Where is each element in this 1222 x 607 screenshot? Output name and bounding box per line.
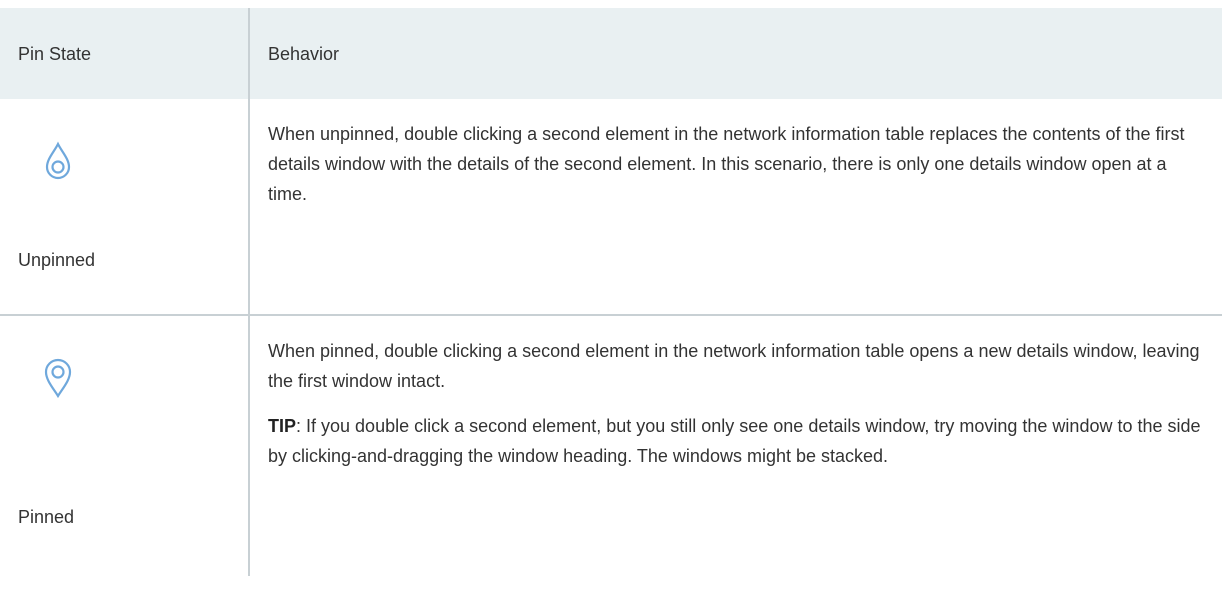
pinned-icon xyxy=(44,358,72,398)
behavior-cell-pinned: When pinned, double clicking a second el… xyxy=(249,315,1222,576)
state-cell-unpinned: Unpinned xyxy=(0,99,250,316)
behavior-text: When unpinned, double clicking a second … xyxy=(268,124,1185,204)
header-behavior: Behavior xyxy=(268,43,340,64)
state-label: Unpinned xyxy=(18,250,96,270)
pin-state-table: Pin State Behavior Unpinned When unpinne… xyxy=(0,8,1222,576)
tip-label: TIP xyxy=(268,416,297,436)
behavior-cell-unpinned: When unpinned, double clicking a second … xyxy=(249,99,1222,316)
header-pin-state: Pin State xyxy=(0,8,250,99)
table-row: Unpinned When unpinned, double clicking … xyxy=(0,99,1222,316)
tip-text: : If you double click a second element, … xyxy=(268,416,1201,466)
tip-paragraph: TIP: If you double click a second elemen… xyxy=(268,411,1204,471)
unpinned-icon xyxy=(45,141,71,180)
state-label: Pinned xyxy=(18,507,75,527)
behavior-text: When pinned, double clicking a second el… xyxy=(268,341,1200,391)
table-header-row: Pin State Behavior xyxy=(0,8,1222,99)
table-row: Pinned When pinned, double clicking a se… xyxy=(0,315,1222,576)
state-cell-pinned: Pinned xyxy=(0,315,250,576)
